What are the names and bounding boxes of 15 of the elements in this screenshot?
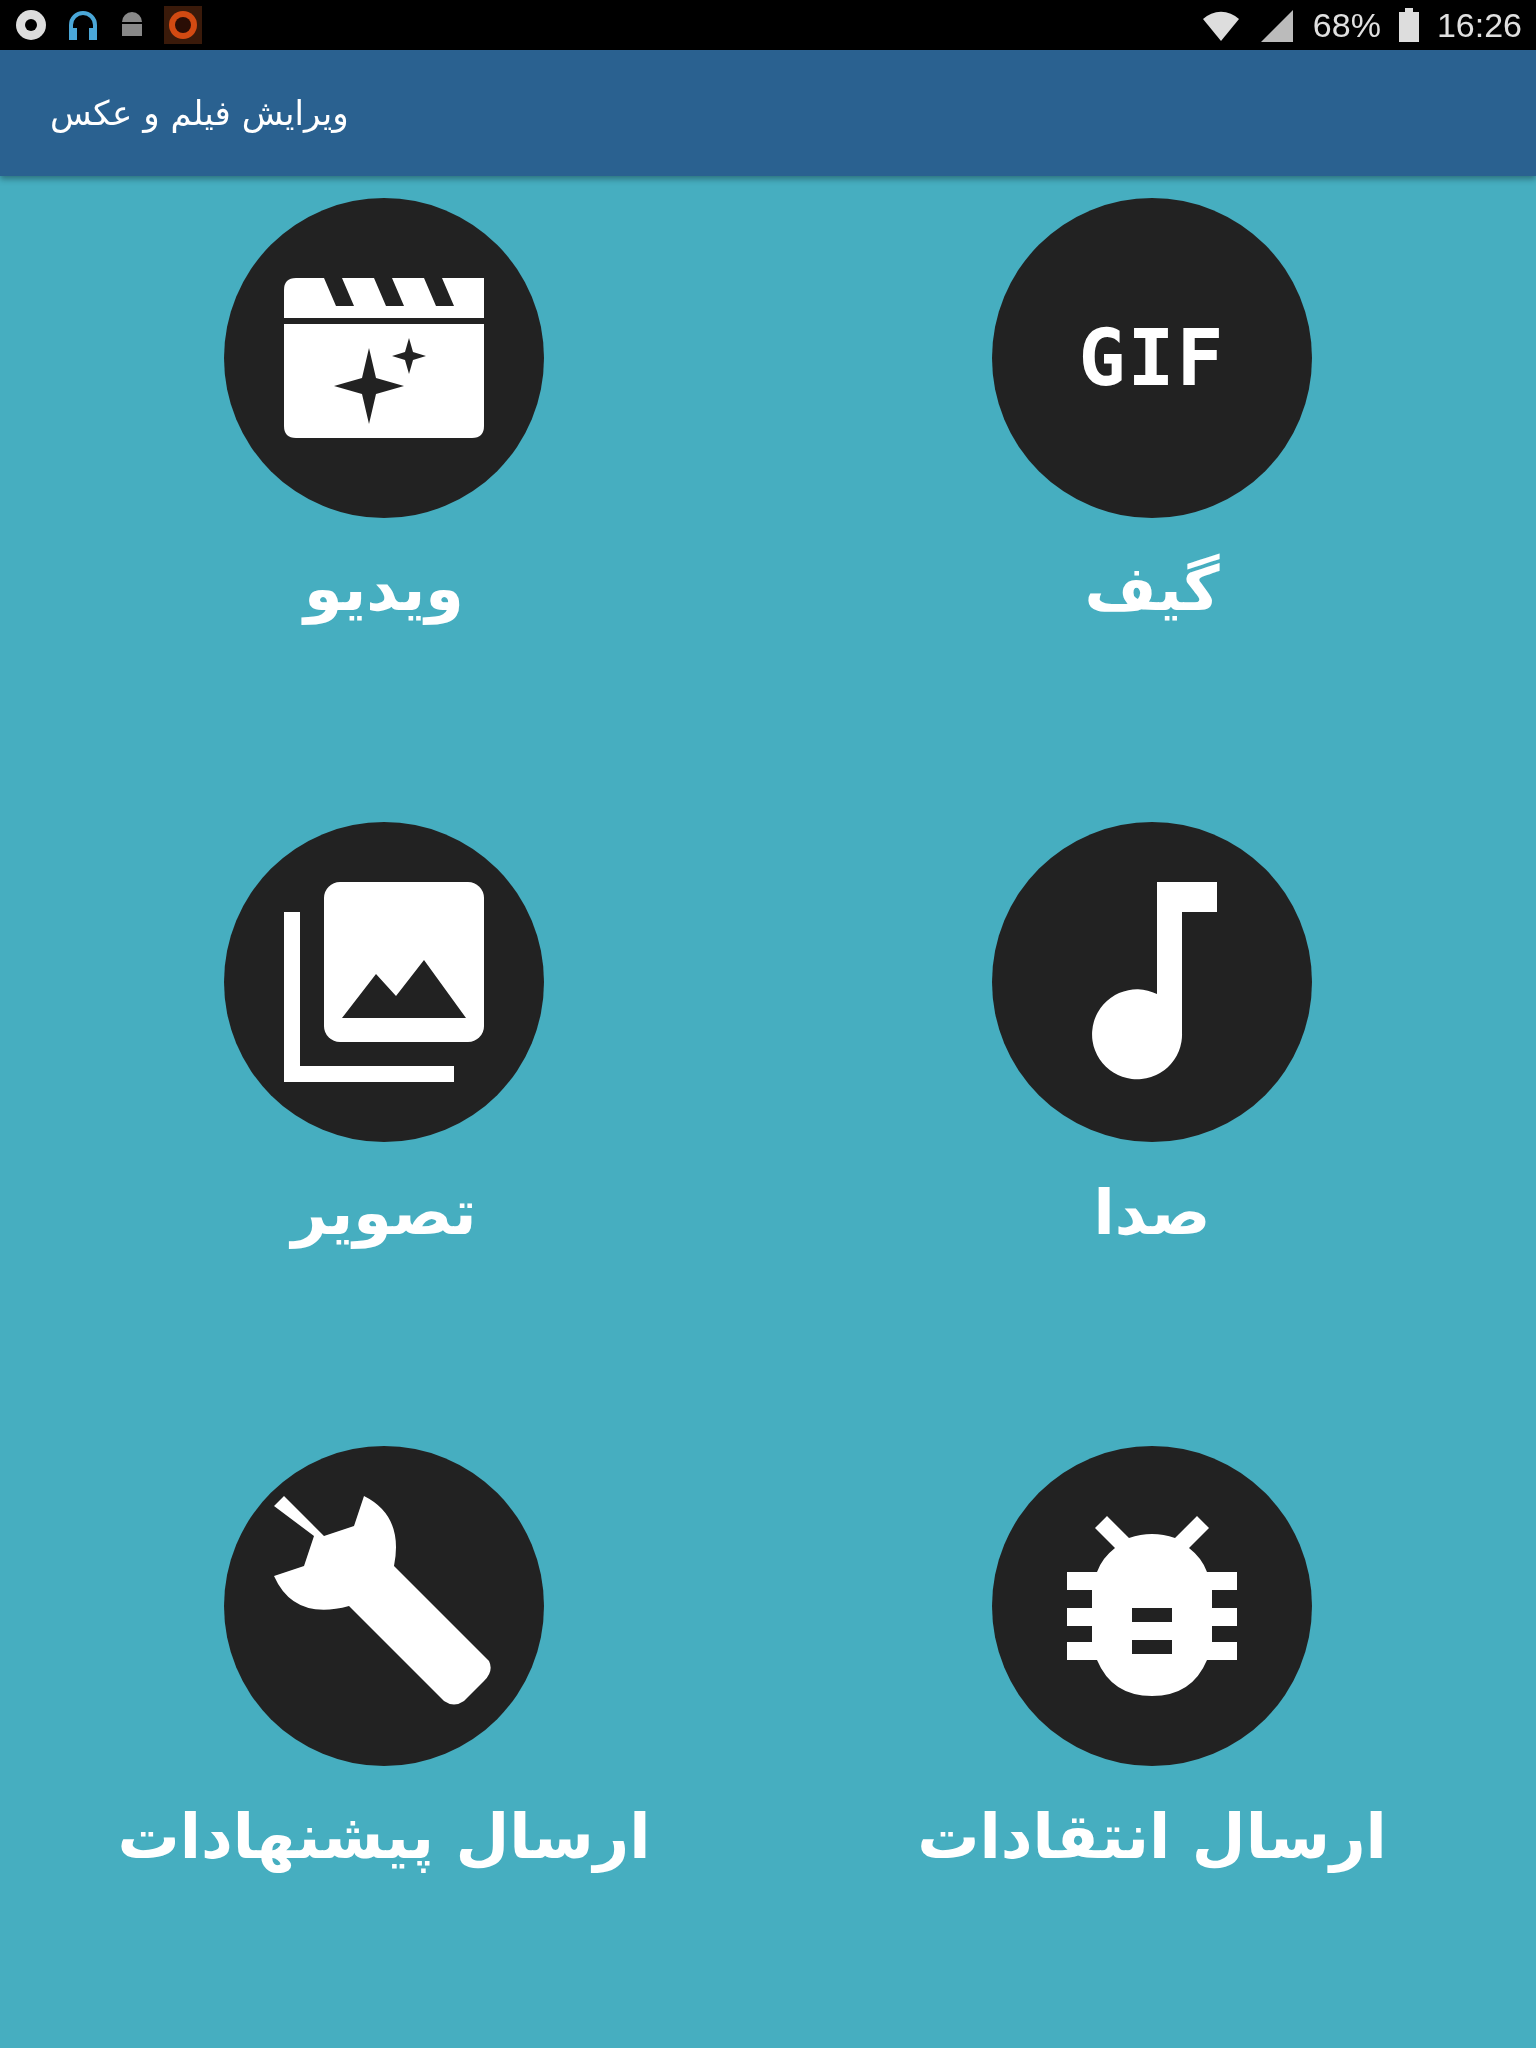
bug-icon [1067, 1516, 1237, 1696]
menu-button[interactable]: GIF [992, 198, 1312, 518]
gallery-icon [284, 882, 484, 1082]
clapperboard-icon [284, 278, 484, 438]
menu-label[interactable]: تصویر [291, 1176, 477, 1249]
battery-icon [1398, 8, 1419, 42]
menu-label[interactable]: گیف [1084, 552, 1220, 625]
menu-label[interactable]: صدا [1093, 1176, 1211, 1249]
battery-percentage: 68% [1312, 5, 1381, 45]
menu-label[interactable]: ارسال پیشنهادات [117, 1800, 651, 1873]
clock: 16:26 [1436, 5, 1522, 45]
menu-label[interactable]: ارسال انتقادات [917, 1800, 1387, 1873]
headphones-icon [66, 8, 100, 42]
gif-icon: GIF [1078, 313, 1226, 403]
app-title: ویرایش فیلم و عکس [50, 93, 349, 133]
